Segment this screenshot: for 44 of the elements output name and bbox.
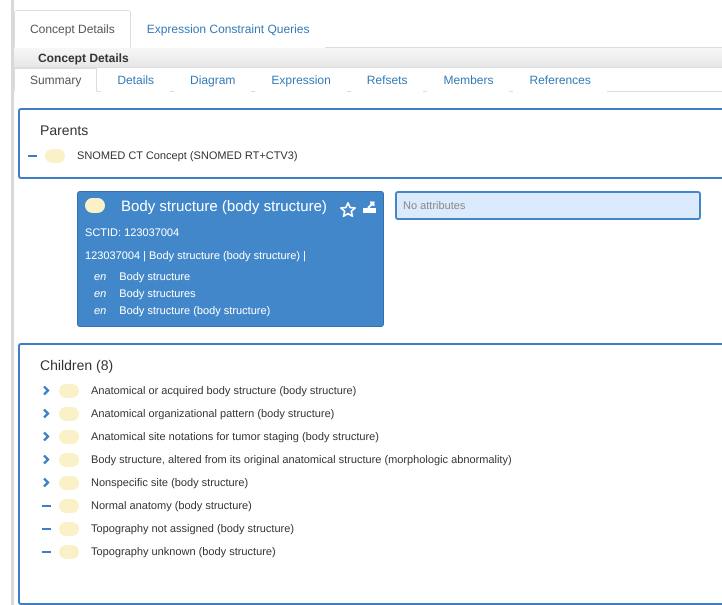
description-term: Body structures	[119, 287, 196, 302]
chevron-right-icon[interactable]	[42, 454, 51, 465]
concept-pill-icon	[59, 522, 79, 536]
concept-link[interactable]: Topography unknown (body structure)	[91, 546, 276, 558]
concept-link[interactable]: Normal anatomy (body structure)	[91, 500, 252, 512]
collapse-dash-icon[interactable]	[42, 550, 51, 552]
concept-pill-icon	[59, 452, 79, 466]
chevron-right-icon[interactable]	[42, 477, 51, 488]
collapse-dash-icon[interactable]	[42, 504, 51, 506]
collapse-dash-icon[interactable]	[28, 154, 37, 156]
attributes-field[interactable]: No attributes	[395, 191, 701, 220]
star-icon[interactable]	[339, 201, 357, 219]
tab[interactable]: Summary	[14, 68, 98, 92]
chevron-right-icon[interactable]	[42, 385, 51, 396]
concept-link[interactable]: Nonspecific site (body structure)	[91, 476, 248, 488]
sctid-text: SCTID: 123037004	[85, 227, 180, 239]
section-title: Parents	[40, 122, 90, 138]
concept-link[interactable]: Topography not assigned (body structure)	[91, 522, 294, 534]
section-title: Children (8)	[40, 357, 114, 373]
concept-link[interactable]: Anatomical site notations for tumor staging (body structure)	[91, 430, 379, 442]
expression-text: 123037004 | Body structure (body structure) |	[85, 250, 307, 262]
concept-pill-icon	[59, 384, 79, 398]
concept-pill-icon	[59, 406, 79, 420]
concept-pill-icon	[59, 430, 79, 444]
language-code: en	[94, 287, 106, 302]
concept-pill-icon	[45, 148, 65, 162]
language-code: en	[94, 304, 106, 319]
description-term: Body structure	[119, 270, 190, 285]
concept-link[interactable]: Anatomical organizational pattern (body structure)	[91, 408, 334, 420]
concept-pill-icon	[59, 476, 79, 490]
concept-link[interactable]: Anatomical or acquired body structure (body structure)	[91, 384, 356, 396]
description-term: Body structure (body structure)	[119, 304, 270, 319]
concept-title: Body structure (body structure)	[85, 198, 335, 216]
concept-link[interactable]: Body structure, altered from its original anatomical structure (morphologic abnormality)	[91, 454, 512, 466]
collapse-dash-icon[interactable]	[42, 528, 51, 530]
export-icon[interactable]	[363, 200, 376, 213]
panel-title: Concept Details	[38, 50, 129, 64]
chevron-right-icon[interactable]	[42, 431, 51, 442]
concept-link[interactable]: SNOMED CT Concept (SNOMED RT+CTV3)	[77, 150, 298, 162]
tab[interactable]: Concept Details	[14, 10, 131, 48]
concept-pill-icon	[59, 498, 79, 512]
language-code: en	[94, 270, 106, 285]
chevron-right-icon[interactable]	[42, 408, 51, 419]
concept-pill-icon	[59, 544, 79, 558]
